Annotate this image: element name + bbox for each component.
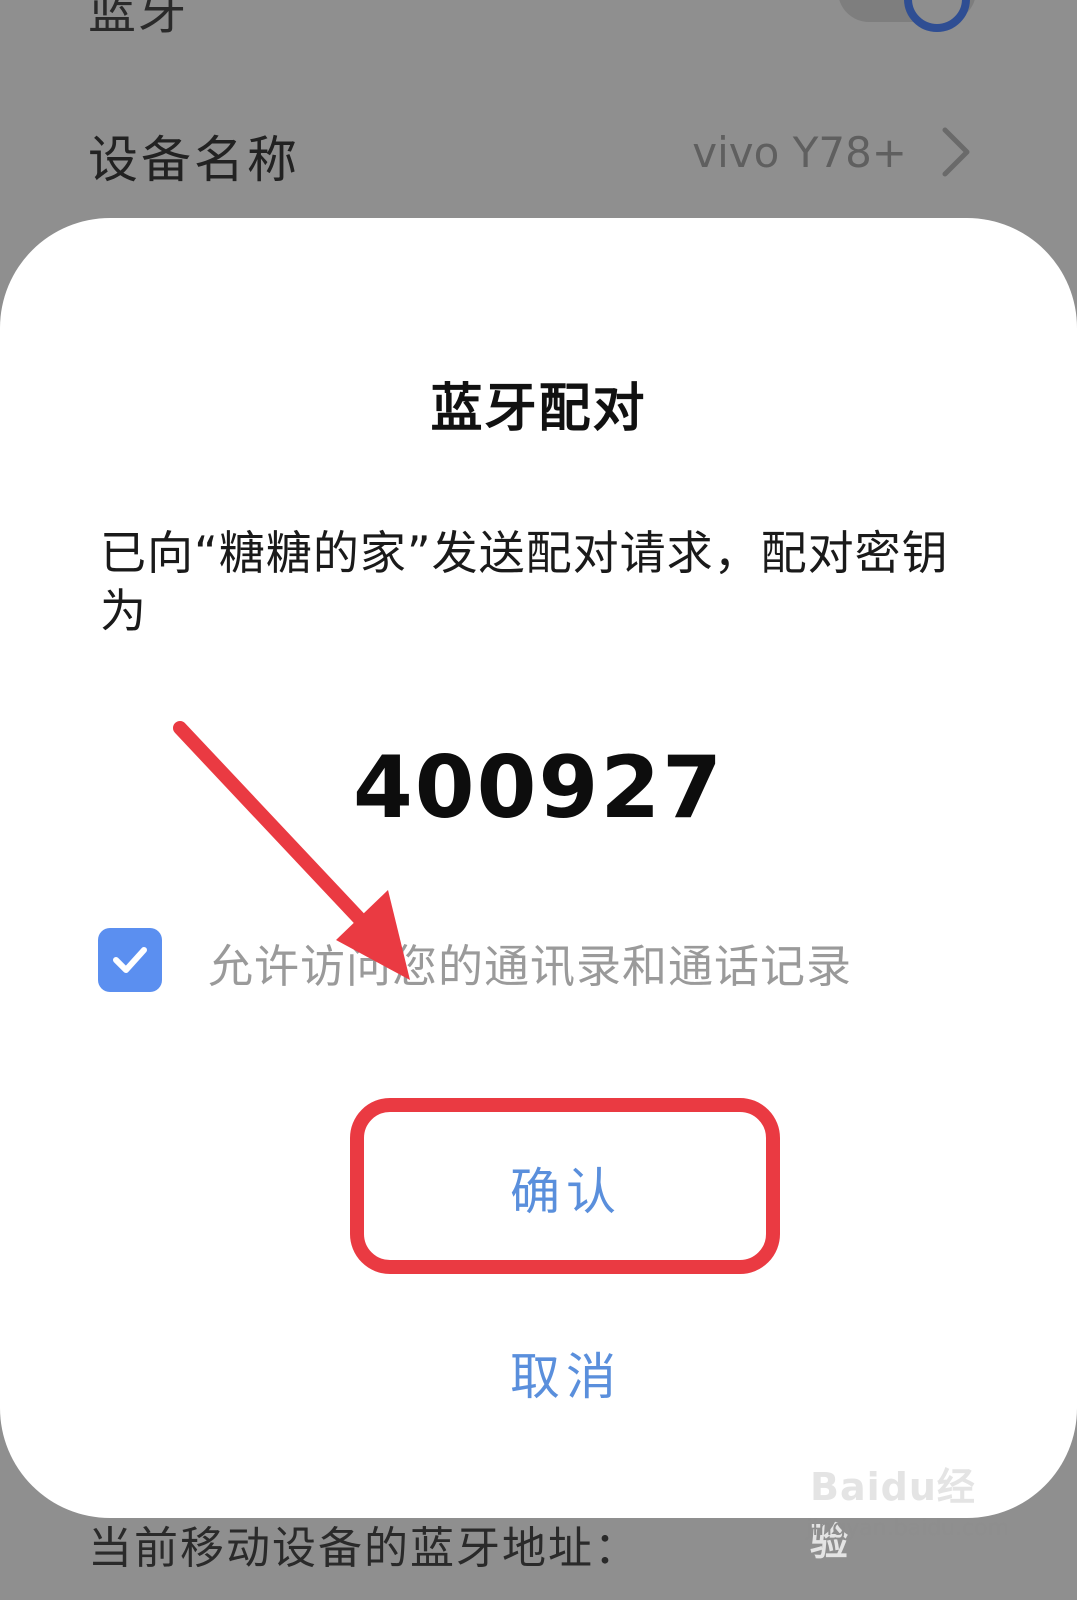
- watermark-brand: Baidu经验: [810, 1465, 976, 1564]
- bluetooth-toggle[interactable]: [838, 0, 976, 32]
- device-name-row[interactable]: 设备名称 vivo Y78+: [0, 100, 1077, 210]
- device-name-label: 设备名称: [88, 131, 300, 189]
- dialog-message: 已向“糖糖的家”发送配对请求，配对密钥为: [100, 526, 949, 638]
- device-name-value: vivo Y78+: [692, 128, 907, 177]
- dialog-title: 蓝牙配对: [430, 379, 647, 439]
- bluetooth-address-label: 当前移动设备的蓝牙地址：: [88, 1523, 640, 1574]
- cancel-button[interactable]: 取消: [350, 1318, 782, 1428]
- chevron-right-icon: [942, 127, 970, 177]
- watermark-url: jingyan.baidu.com: [806, 1516, 1010, 1541]
- checkmark-icon: [113, 947, 147, 973]
- contacts-access-label[interactable]: 允许访问您的通讯录和通话记录: [208, 930, 852, 995]
- confirm-button[interactable]: 确认: [350, 1102, 782, 1274]
- bluetooth-row-label: 蓝牙: [88, 0, 189, 40]
- bluetooth-pairing-dialog: 蓝牙配对 已向“糖糖的家”发送配对请求，配对密钥为 400927 允许访问您的通…: [0, 218, 1077, 1518]
- contacts-access-checkbox[interactable]: [98, 928, 162, 992]
- pairing-code: 400927: [352, 738, 725, 838]
- baidu-watermark: Baidu经验 jingyan.baidu.com: [806, 1456, 1010, 1564]
